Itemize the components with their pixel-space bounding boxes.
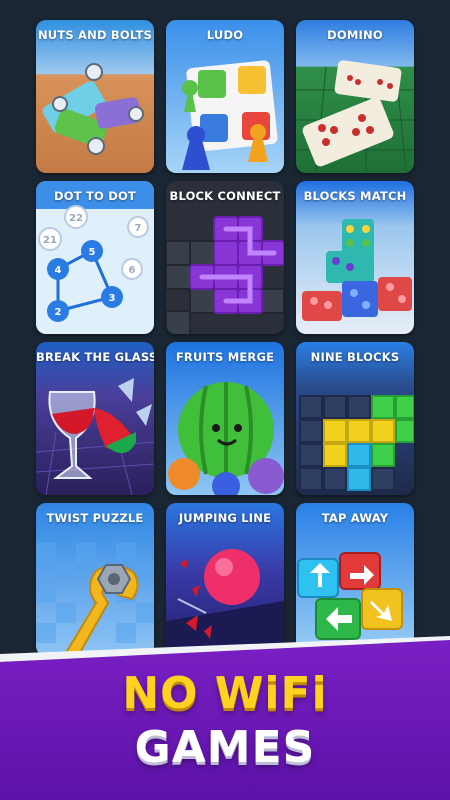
game-title: BLOCK CONNECT: [169, 189, 281, 203]
game-tile-tap-away[interactable]: TAP AWAY: [296, 503, 414, 656]
headline-line-2: GAMES: [134, 722, 316, 773]
nine-blocks-thumbnail: [296, 342, 414, 495]
domino-thumbnail: [296, 20, 414, 173]
game-title: NUTS AND BOLTS: [37, 28, 153, 42]
game-grid: NUTS AND BOLTS LUDO DOMINO 22 7 21 5 6 4…: [36, 20, 414, 656]
game-title: DOMINO: [327, 28, 383, 42]
fruits-merge-thumbnail: [166, 342, 284, 495]
dot-number: 2: [55, 307, 62, 318]
twist-puzzle-thumbnail: [36, 503, 154, 656]
game-title: DOT TO DOT: [54, 189, 136, 203]
dot-number: 3: [109, 293, 116, 304]
game-tile-nine-blocks[interactable]: NINE BLOCKS: [296, 342, 414, 495]
game-tile-dot-to-dot[interactable]: 22 7 21 5 6 4 3 2 DOT TO DOT: [36, 181, 154, 334]
game-tile-fruits-merge[interactable]: FRUITS MERGE: [166, 342, 284, 495]
headline-line-1: NO WiFi: [122, 668, 328, 719]
dot-number: 5: [89, 247, 96, 258]
jumping-line-thumbnail: [166, 503, 284, 656]
game-tile-ludo[interactable]: LUDO: [166, 20, 284, 173]
headline-banner: [0, 640, 450, 800]
block-connect-thumbnail: [166, 181, 284, 334]
game-title: BREAK THE GLASS: [36, 350, 154, 364]
ludo-thumbnail: [166, 20, 284, 173]
game-tile-domino[interactable]: DOMINO: [296, 20, 414, 173]
nuts-and-bolts-thumbnail: [36, 20, 154, 173]
game-title: NINE BLOCKS: [310, 350, 400, 364]
game-tile-nuts-and-bolts[interactable]: NUTS AND BOLTS: [36, 20, 154, 173]
game-title: LUDO: [206, 28, 244, 42]
game-title: TWIST PUZZLE: [46, 511, 144, 525]
game-tile-jumping-line[interactable]: JUMPING LINE: [166, 503, 284, 656]
dot-number: 22: [69, 213, 83, 224]
game-tile-twist-puzzle[interactable]: TWIST PUZZLE: [36, 503, 154, 656]
break-the-glass-thumbnail: [36, 342, 154, 495]
game-tile-blocks-match[interactable]: BLOCKS MATCH: [296, 181, 414, 334]
game-tile-break-the-glass[interactable]: BREAK THE GLASS: [36, 342, 154, 495]
dot-number: 7: [135, 223, 142, 234]
dot-to-dot-thumbnail: 22 7 21 5 6 4 3 2: [36, 181, 154, 334]
game-title: JUMPING LINE: [178, 511, 272, 525]
dot-number: 21: [43, 235, 57, 246]
dot-number: 4: [55, 265, 62, 276]
tap-away-thumbnail: [296, 503, 414, 656]
blocks-match-thumbnail: [296, 181, 414, 334]
game-title: BLOCKS MATCH: [303, 189, 407, 203]
game-title: FRUITS MERGE: [175, 350, 275, 364]
game-title: TAP AWAY: [321, 511, 389, 525]
dot-number: 6: [129, 265, 136, 276]
game-tile-block-connect[interactable]: BLOCK CONNECT: [166, 181, 284, 334]
